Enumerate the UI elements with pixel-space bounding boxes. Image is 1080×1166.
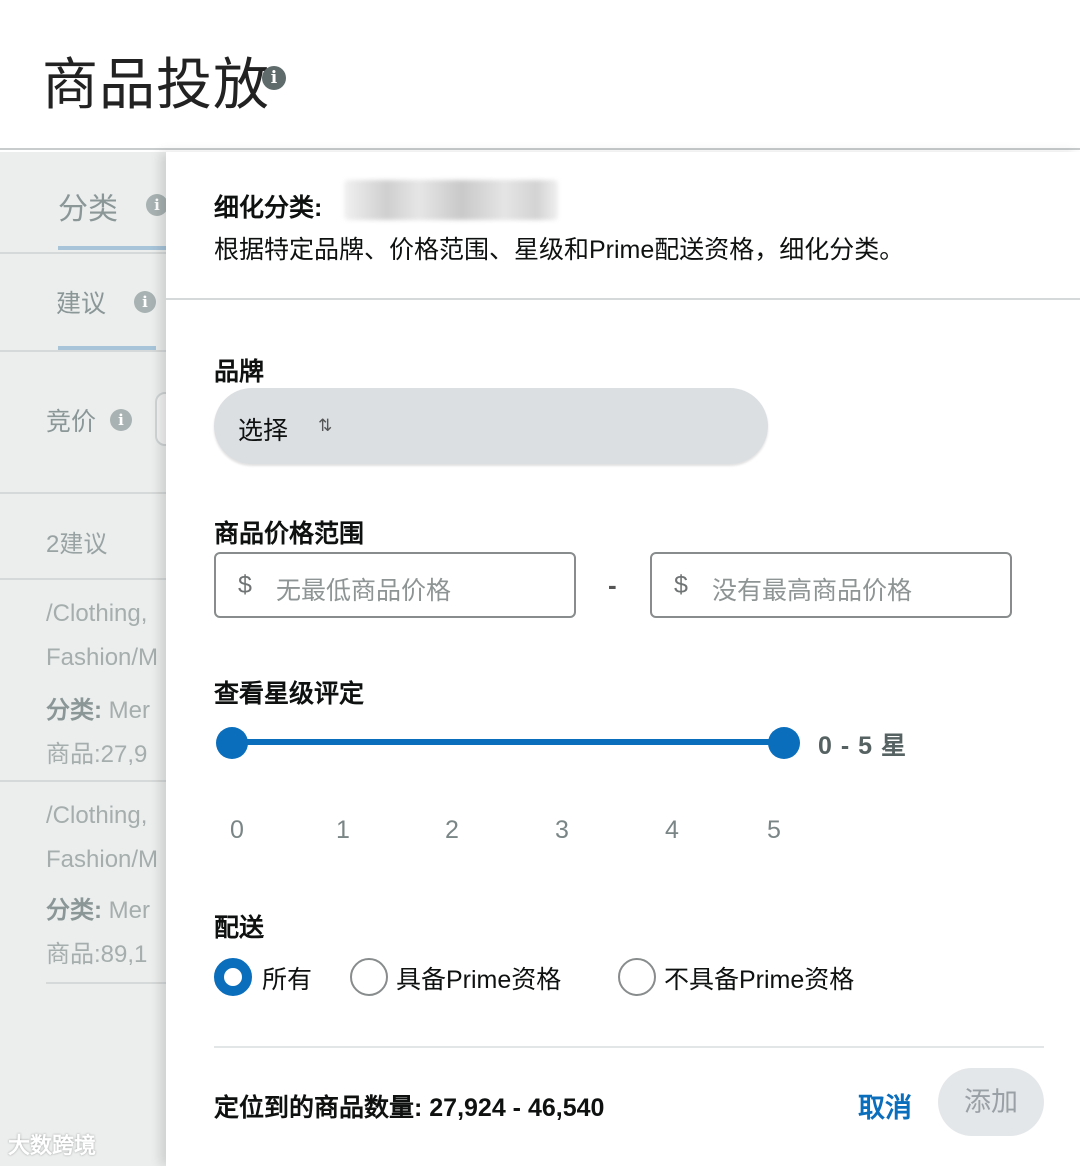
delivery-radio-all[interactable] (214, 958, 252, 996)
divider (0, 350, 166, 352)
divider (166, 298, 1080, 300)
star-rating-label: 查看星级评定 (214, 680, 365, 708)
currency-symbol: $ (674, 571, 688, 599)
suggestion-count: 2建议 (46, 531, 108, 558)
sort-arrows-icon: ⇅ (318, 416, 333, 435)
divider (214, 1046, 1044, 1048)
info-icon: i (110, 409, 132, 431)
rating-range-value: 0 - 5 星 (818, 732, 907, 760)
tab-suggested[interactable]: 建议 (56, 284, 106, 320)
min-price-placeholder: 无最低商品价格 (276, 577, 452, 605)
price-separator: - (608, 570, 617, 600)
list-item-path: Fashion/M (46, 644, 159, 671)
list-item-products: 商品:89,1 (46, 941, 148, 968)
list-item-category: 分类: Mer (46, 697, 151, 724)
list-item-category: 分类: Mer (46, 897, 151, 924)
rating-tick-label: 4 (665, 816, 679, 844)
cancel-button[interactable]: 取消 (858, 1086, 912, 1125)
list-item-products: 商品:27,9 (46, 741, 148, 768)
delivery-radio-non-prime[interactable] (618, 958, 656, 996)
price-range-label: 商品价格范围 (214, 520, 365, 548)
rating-slider-track[interactable] (232, 739, 784, 745)
rating-tick-label: 2 (445, 816, 459, 844)
delivery-option-label[interactable]: 具备Prime资格 (396, 960, 561, 996)
background-panel: 分类 i 建议 i 竞价 i 2建议 /Clothing, Fashion/M … (0, 152, 166, 1166)
list-item-path: Fashion/M (46, 846, 159, 873)
rating-slider-max-handle[interactable] (768, 727, 800, 759)
delivery-radio-prime[interactable] (350, 958, 388, 996)
info-icon: i (134, 291, 156, 313)
list-item-path: /Clothing, (46, 802, 148, 829)
rating-tick-label: 3 (555, 816, 569, 844)
list-item-path: /Clothing, (46, 600, 148, 627)
watermark: 大数跨境 (8, 1133, 97, 1158)
info-icon: i (146, 194, 166, 216)
page-title: 商品投放 (42, 53, 270, 116)
blurred-category-name (344, 180, 558, 220)
add-button[interactable]: 添加 (938, 1068, 1044, 1136)
brand-select[interactable]: 选择 ⇅ (214, 388, 768, 464)
divider (0, 252, 166, 254)
add-button-label: 添加 (964, 1087, 1018, 1117)
targeted-product-count: 定位到的商品数量: 27,924 - 46,540 (214, 1094, 605, 1122)
brand-select-value: 选择 (238, 417, 289, 445)
rating-tick-label: 5 (767, 816, 781, 844)
refine-description: 根据特定品牌、价格范围、星级和Prime配送资格，细化分类。 (214, 236, 905, 264)
brand-label: 品牌 (214, 358, 265, 386)
delivery-label: 配送 (214, 914, 265, 942)
delivery-option-label[interactable]: 不具备Prime资格 (664, 960, 854, 996)
bid-label: 竞价 (46, 408, 97, 436)
rating-slider-min-handle[interactable] (216, 727, 248, 759)
rating-tick-label: 0 (230, 816, 244, 844)
divider (0, 492, 166, 494)
tab-category[interactable]: 分类 (58, 184, 118, 228)
bid-input[interactable] (155, 392, 166, 446)
divider (0, 780, 166, 782)
max-price-input[interactable]: $ 没有最高商品价格 (650, 552, 1012, 618)
page-header: 商品投放 i (0, 0, 1080, 150)
delivery-option-label[interactable]: 所有 (262, 960, 312, 996)
refine-title: 细化分类: (214, 194, 323, 222)
max-price-placeholder: 没有最高商品价格 (712, 577, 913, 605)
tab-underline (58, 246, 166, 250)
divider (46, 982, 166, 984)
rating-tick-label: 1 (336, 816, 350, 844)
info-icon[interactable]: i (262, 66, 286, 90)
currency-symbol: $ (238, 571, 252, 599)
divider (0, 578, 166, 580)
min-price-input[interactable]: $ 无最低商品价格 (214, 552, 576, 618)
refine-drawer: 细化分类: 根据特定品牌、价格范围、星级和Prime配送资格，细化分类。 品牌 … (166, 152, 1080, 1166)
